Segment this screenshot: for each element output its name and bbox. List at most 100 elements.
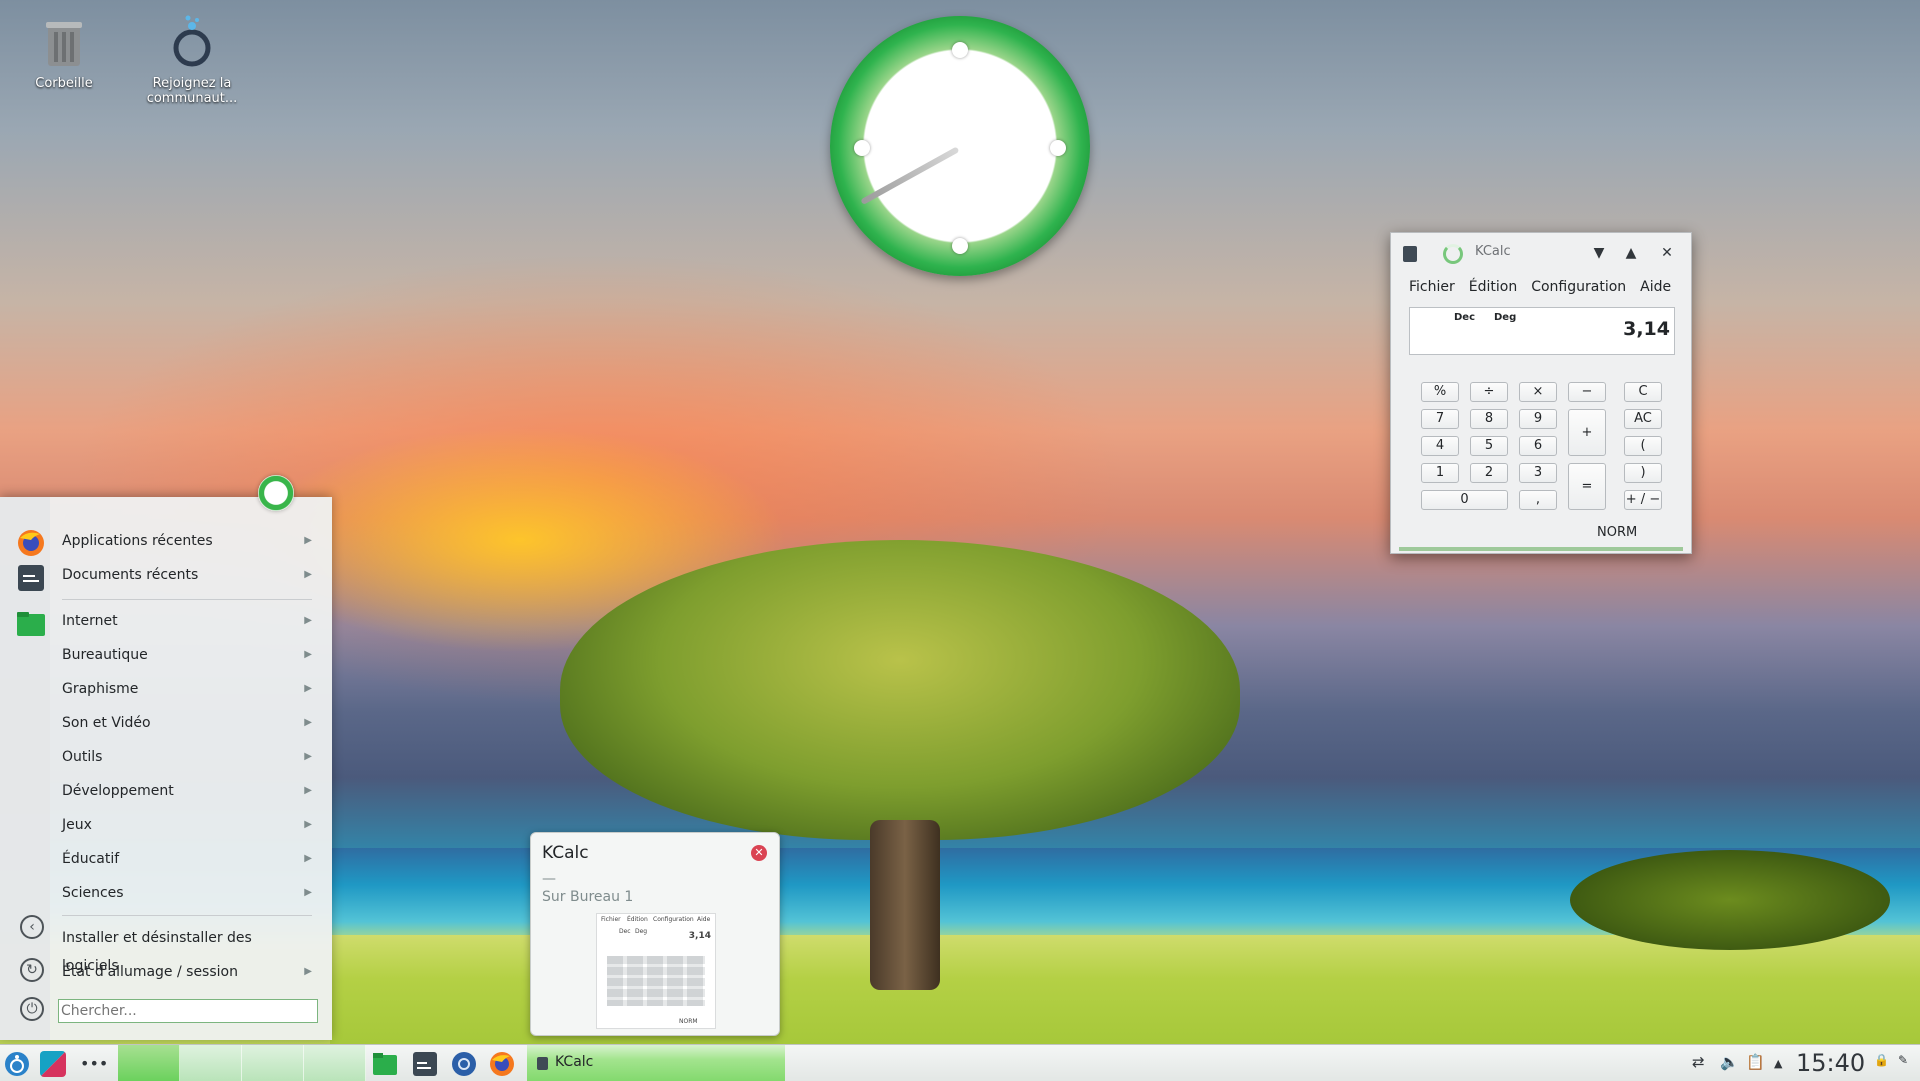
chevron-right-icon: ▶ [304,819,312,830]
menu-item-recent-apps[interactable]: Applications récentes ▶ [62,527,312,555]
clock-marker [854,140,870,156]
menu-item-education[interactable]: Éducatif ▶ [62,845,312,873]
panel-settings-icon[interactable]: ✎ [1898,1053,1908,1067]
chevron-right-icon: ▶ [304,569,312,580]
pager-desktop-4[interactable] [304,1045,366,1081]
calculator-icon[interactable] [1403,246,1417,262]
close-button[interactable]: ✕ [1657,243,1677,263]
application-launcher-menu: Applications récentes ▶ Documents récents… [0,497,332,1040]
desktop-icon[interactable] [40,1051,66,1077]
settings-icon[interactable] [451,1051,477,1077]
menu-item-label: Applications récentes [62,533,213,549]
thumb-status: NORM [679,1018,698,1025]
menu-item-tools[interactable]: Outils ▶ [62,743,312,771]
six-button[interactable]: 6 [1519,436,1557,456]
lock-icon[interactable]: 🔒 [1874,1053,1889,1067]
plus-minus-button[interactable]: + / − [1624,490,1662,510]
clock-marker [1050,140,1066,156]
clear-button[interactable]: C [1624,382,1662,402]
pager-desktop-1[interactable] [118,1045,180,1081]
menu-item-games[interactable]: Jeux ▶ [62,811,312,839]
refresh-icon[interactable]: ↻ [20,958,44,982]
menu-item-label: Bureautique [62,647,148,663]
back-icon[interactable]: ‹ [20,915,44,939]
trash-icon [46,22,82,66]
minus-button[interactable]: − [1568,382,1606,402]
equals-button[interactable]: = [1568,463,1606,510]
menu-item-office[interactable]: Bureautique ▶ [62,641,312,669]
network-icon[interactable]: ⇄ [1692,1053,1705,1071]
menu-item-power-session[interactable]: État d'allumage / session ▶ [62,958,312,986]
close-icon[interactable]: ✕ [751,845,767,861]
desktop-icon-label: Corbeille [35,76,93,91]
angle-flag: Deg [1494,312,1517,323]
allclear-button[interactable]: AC [1624,409,1662,429]
menu-item-install-software[interactable]: Installer et désinstaller des logiciels [62,924,312,974]
menu-separator [62,915,312,916]
nine-button[interactable]: 9 [1519,409,1557,429]
window-titlebar[interactable]: KCalc ▼ ▲ ✕ [1391,233,1691,273]
menu-item-science[interactable]: Sciences ▶ [62,879,312,907]
pager-desktop-2[interactable] [180,1045,242,1081]
task-kcalc[interactable]: KCalc [527,1045,785,1081]
desktop-icon-community[interactable]: Rejoignez la communaut... [142,12,242,106]
percent-button[interactable]: % [1421,382,1459,402]
menu-item-development[interactable]: Développement ▶ [62,777,312,805]
pager-desktop-3[interactable] [242,1045,304,1081]
desktop-icon-trash[interactable]: Corbeille [14,12,114,91]
chevron-right-icon: ▶ [304,717,312,728]
menu-aide[interactable]: Aide [1640,279,1671,295]
digital-clock[interactable]: 15:40 [1796,1049,1865,1077]
menu-item-label: Graphisme [62,681,139,697]
menu-configuration[interactable]: Configuration [1531,279,1626,295]
menu-item-multimedia[interactable]: Son et Vidéo ▶ [62,709,312,737]
volume-icon[interactable]: 🔈 [1720,1053,1739,1071]
clipboard-icon[interactable]: 📋 [1746,1053,1765,1071]
desktop-icon-label: Rejoignez la communaut... [146,76,238,106]
menu-edition[interactable]: Édition [1469,279,1517,295]
five-button[interactable]: 5 [1470,436,1508,456]
one-button[interactable]: 1 [1421,463,1459,483]
firefox-icon [18,530,44,556]
four-button[interactable]: 4 [1421,436,1459,456]
menu-item-graphics[interactable]: Graphisme ▶ [62,675,312,703]
divide-button[interactable]: ÷ [1470,382,1508,402]
three-button[interactable]: 3 [1519,463,1557,483]
terminal-icon[interactable] [412,1051,438,1077]
chevron-right-icon: ▶ [304,683,312,694]
analog-clock-widget[interactable] [830,16,1090,276]
firefox-icon[interactable] [489,1051,515,1077]
kcalc-window[interactable]: KCalc ▼ ▲ ✕ Fichier Édition Configuratio… [1390,232,1692,554]
power-icon[interactable]: ⏻ [20,997,44,1021]
multiply-button[interactable]: × [1519,382,1557,402]
community-icon [173,15,211,67]
maximize-button[interactable]: ▲ [1621,243,1641,263]
window-thumbnail[interactable]: Fichier Édition Configuration Aide Dec D… [596,913,716,1029]
task-preview-tooltip[interactable]: KCalc ✕ — Sur Bureau 1 Fichier Édition C… [530,832,780,1036]
chevron-right-icon: ▶ [304,615,312,626]
menu-fichier[interactable]: Fichier [1409,279,1455,295]
decimal-button[interactable]: , [1519,490,1557,510]
application-menu-icon[interactable] [4,1051,30,1077]
menu-item-label: Développement [62,783,174,799]
file-manager-icon[interactable] [372,1051,398,1077]
busy-indicator-icon [1443,244,1463,264]
menu-item-internet[interactable]: Internet ▶ [62,607,312,635]
eight-button[interactable]: 8 [1470,409,1508,429]
wallpaper-bush [1570,850,1890,950]
minimize-button[interactable]: ▼ [1589,243,1609,263]
open-paren-button[interactable]: ( [1624,436,1662,456]
search-input[interactable] [58,999,318,1023]
close-paren-button[interactable]: ) [1624,463,1662,483]
window-accent-bar [1399,547,1683,551]
menu-item-recent-docs[interactable]: Documents récents ▶ [62,561,312,589]
task-label: KCalc [555,1054,594,1070]
more-icon[interactable]: ••• [80,1051,108,1077]
menu-separator [62,599,312,600]
clock-marker [952,238,968,254]
two-button[interactable]: 2 [1470,463,1508,483]
zero-button[interactable]: 0 [1421,490,1508,510]
chevron-up-icon[interactable]: ▲ [1774,1057,1782,1070]
seven-button[interactable]: 7 [1421,409,1459,429]
plus-button[interactable]: + [1568,409,1606,456]
